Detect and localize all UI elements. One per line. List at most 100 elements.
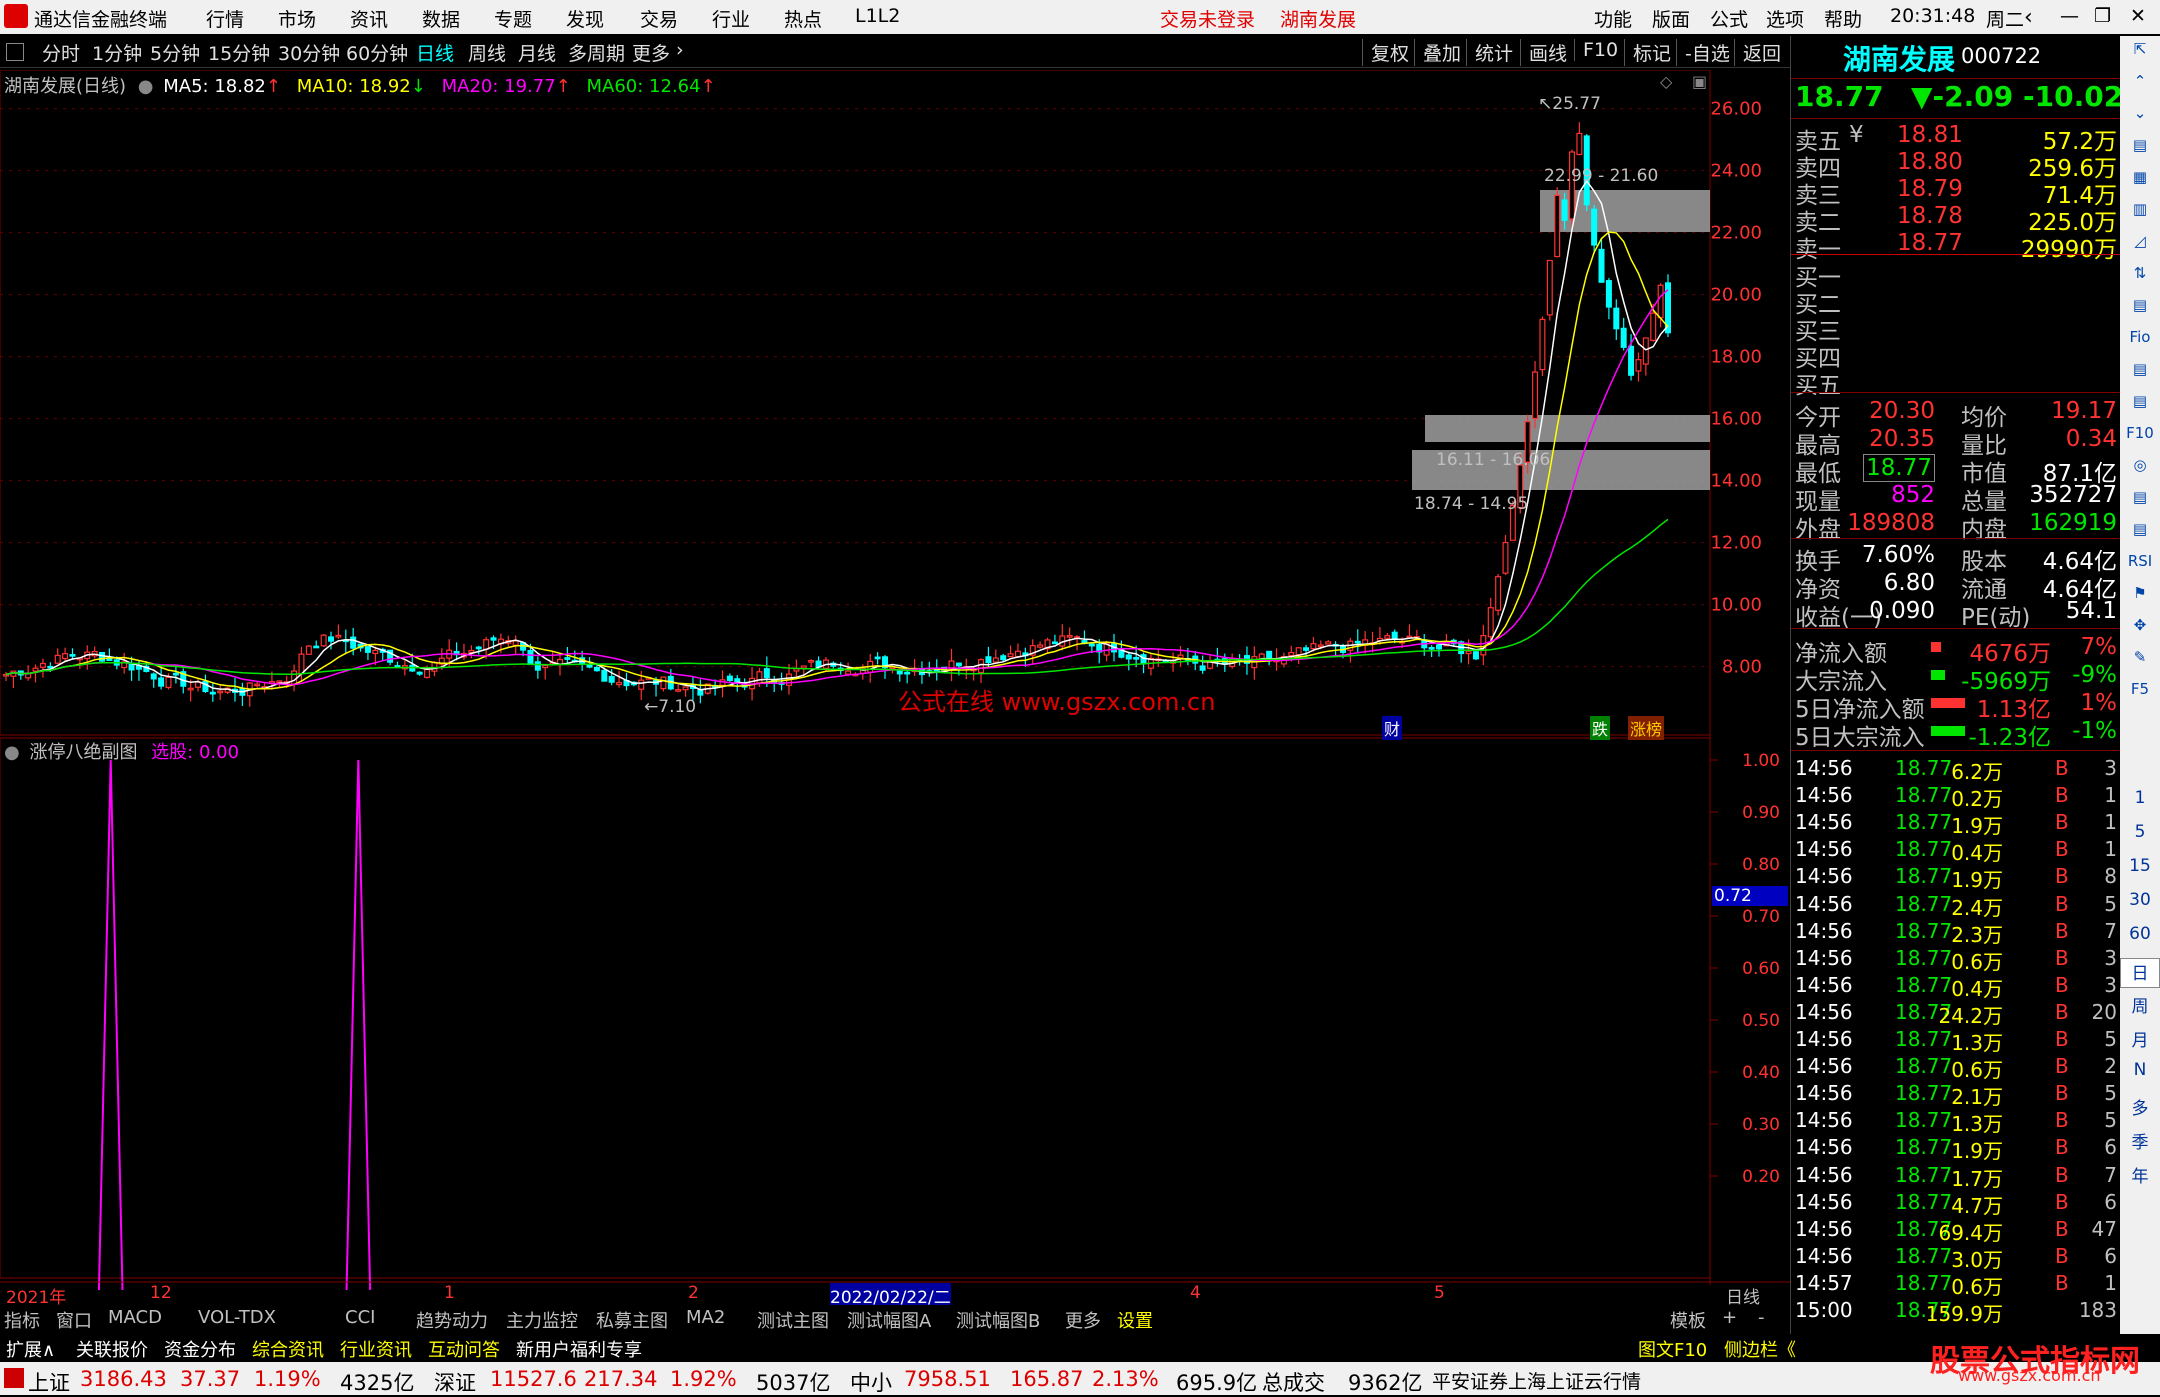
move-icon[interactable]: ✥ — [2124, 616, 2156, 644]
indicator-tab[interactable]: 设置 — [1117, 1307, 1153, 1333]
indicator-tab[interactable]: MA2 — [686, 1307, 725, 1328]
indicator-tab[interactable]: 测试幅图B — [956, 1307, 1040, 1333]
indicator-tab[interactable]: 主力监控 — [506, 1307, 578, 1333]
period-shortcut[interactable]: 30 — [2120, 890, 2160, 920]
tool-button[interactable]: 标记 — [1624, 39, 1671, 66]
menu-item[interactable]: 发现 — [566, 5, 604, 32]
menu-item[interactable]: L1L2 — [855, 5, 900, 27]
sort-icon[interactable]: ⇅ — [2124, 264, 2156, 292]
period-tab[interactable]: 分时 — [42, 39, 80, 66]
period-tab[interactable]: 多周期 — [568, 39, 625, 66]
panel-icon[interactable]: ▣ — [1692, 72, 1707, 91]
report-icon[interactable]: ▤ — [2124, 520, 2156, 548]
diamond-icon[interactable]: ◇ — [1660, 72, 1672, 91]
close-icon[interactable]: ✕ — [2130, 5, 2146, 27]
restore-icon[interactable]: ❐ — [2094, 5, 2111, 27]
period-shortcut[interactable]: 日 — [2120, 958, 2160, 988]
chevron-right-icon[interactable]: › — [676, 39, 684, 61]
period-shortcut[interactable]: 15 — [2120, 856, 2160, 886]
period-shortcut[interactable]: 5 — [2120, 822, 2160, 852]
menu-item[interactable]: 行业 — [712, 5, 750, 32]
menu-item[interactable]: 帮助 — [1824, 5, 1862, 32]
info-tab[interactable]: 关联报价 — [76, 1336, 148, 1362]
menu-item[interactable]: 数据 — [422, 5, 460, 32]
note-icon[interactable]: ▤ — [2124, 392, 2156, 420]
menu-item[interactable]: 选项 — [1766, 5, 1804, 32]
indicator-tab[interactable]: 测试幅图A — [847, 1307, 931, 1333]
menu-item[interactable]: 交易 — [640, 5, 678, 32]
period-tab[interactable]: 60分钟 — [346, 39, 408, 66]
template-button[interactable]: 模板 — [1670, 1307, 1706, 1333]
ask-row[interactable]: 卖四 18.80 259.6万 — [1791, 149, 2121, 182]
table-icon[interactable]: ▥ — [2124, 200, 2156, 228]
grid-icon[interactable]: ▦ — [2124, 168, 2156, 196]
tool-button[interactable]: 返回 — [1734, 39, 1781, 66]
doc-icon[interactable]: ▤ — [2124, 296, 2156, 324]
add-button[interactable]: + — [1722, 1307, 1737, 1328]
bid-row[interactable]: 买三 — [1791, 312, 2121, 345]
indicator-tab[interactable]: 测试主图 — [757, 1307, 829, 1333]
sidebar-button[interactable]: 侧边栏《 — [1724, 1336, 1796, 1362]
list-icon[interactable]: ▤ — [2124, 136, 2156, 164]
menu-item[interactable]: 公式 — [1710, 5, 1748, 32]
tool-button[interactable]: 复权 — [1362, 39, 1409, 66]
menu-item[interactable]: 功能 — [1594, 5, 1632, 32]
bid-row[interactable]: 买四 — [1791, 339, 2121, 372]
period-shortcut[interactable]: 周 — [2120, 992, 2160, 1022]
period-tab[interactable]: 周线 — [468, 39, 506, 66]
tool-button[interactable]: -自选 — [1676, 39, 1730, 66]
period-tab[interactable]: 月线 — [518, 39, 556, 66]
period-tab[interactable]: 1分钟 — [92, 39, 142, 66]
settings-circle-icon[interactable]: ● — [4, 742, 20, 763]
remove-button[interactable]: - — [1758, 1307, 1765, 1328]
panel-toggle-icon[interactable] — [6, 43, 24, 61]
indicator-tab[interactable]: 更多 — [1065, 1307, 1101, 1333]
indicator-tab[interactable]: 私募主图 — [596, 1307, 668, 1333]
down-icon[interactable]: ⌄ — [2124, 104, 2156, 132]
menu-item[interactable]: 行情 — [206, 5, 244, 32]
period-shortcut[interactable]: 季 — [2120, 1128, 2160, 1158]
up-icon[interactable]: ⌃ — [2124, 72, 2156, 100]
tool-button[interactable]: 叠加 — [1414, 39, 1461, 66]
period-shortcut[interactable]: 多 — [2120, 1094, 2160, 1124]
marker-finance[interactable]: 财 — [1382, 716, 1403, 740]
chart-area[interactable]: 26.00 24.00 22.00 20.00 18.00 16.00 14.00 12.00… — [0, 69, 1790, 1308]
target-icon[interactable]: ◎ — [2124, 456, 2156, 484]
f5-icon[interactable]: F5 — [2124, 680, 2156, 708]
period-tab[interactable]: 5分钟 — [150, 39, 200, 66]
f10-icon[interactable]: F10 — [2124, 424, 2156, 452]
ask-row[interactable]: 卖三 18.79 71.4万 — [1791, 176, 2121, 209]
kline-chart[interactable]: 26.0024.0022.0020.0018.0016.0014.0012.00… — [0, 69, 1790, 1307]
indicator-tab[interactable]: MACD — [108, 1307, 162, 1328]
info-tab[interactable]: 扩展∧ — [6, 1336, 55, 1362]
menu-item[interactable]: 专题 — [494, 5, 532, 32]
info-tab[interactable]: 新用户福利专享 — [516, 1336, 642, 1362]
login-status[interactable]: 交易未登录 — [1160, 5, 1255, 32]
period-shortcut[interactable]: 1 — [2120, 788, 2160, 818]
back-icon[interactable]: ‹ — [2024, 5, 2033, 30]
settings-circle-icon[interactable]: ● — [138, 76, 154, 97]
period-shortcut[interactable]: 年 — [2120, 1162, 2160, 1192]
indicator-tab[interactable]: 趋势动力 — [416, 1307, 488, 1333]
menu-item[interactable]: 资讯 — [350, 5, 388, 32]
ask-row[interactable]: 卖五 ¥18.81 57.2万 — [1791, 122, 2121, 155]
marker-drop[interactable]: 跌 — [1590, 716, 1611, 740]
f10-icon[interactable]: Fio — [2124, 328, 2156, 356]
period-tab-more[interactable]: 更多 — [632, 39, 670, 66]
tool-button[interactable]: 画线 — [1520, 39, 1567, 66]
index-name[interactable]: 深证 — [434, 1367, 476, 1397]
bid-row[interactable]: 买一 — [1791, 258, 2121, 291]
indicator-tab[interactable]: CCI — [345, 1307, 375, 1328]
period-shortcut[interactable]: 月 — [2120, 1026, 2160, 1056]
f10-button[interactable]: 图文F10 — [1638, 1336, 1707, 1362]
index-name[interactable]: 上证 — [28, 1367, 70, 1397]
ask-row[interactable]: 卖二 18.78 225.0万 — [1791, 203, 2121, 236]
chart-icon[interactable]: ◿ — [2124, 232, 2156, 260]
marker-list[interactable]: 涨榜 — [1628, 716, 1665, 740]
menu-item[interactable]: 市场 — [278, 5, 316, 32]
indicator-tab[interactable]: 指标 — [4, 1307, 40, 1333]
period-tab[interactable]: 15分钟 — [208, 39, 270, 66]
minimize-icon[interactable]: — — [2060, 5, 2079, 27]
info-tab[interactable]: 行业资讯 — [340, 1336, 412, 1362]
info-tab[interactable]: 综合资讯 — [252, 1336, 324, 1362]
